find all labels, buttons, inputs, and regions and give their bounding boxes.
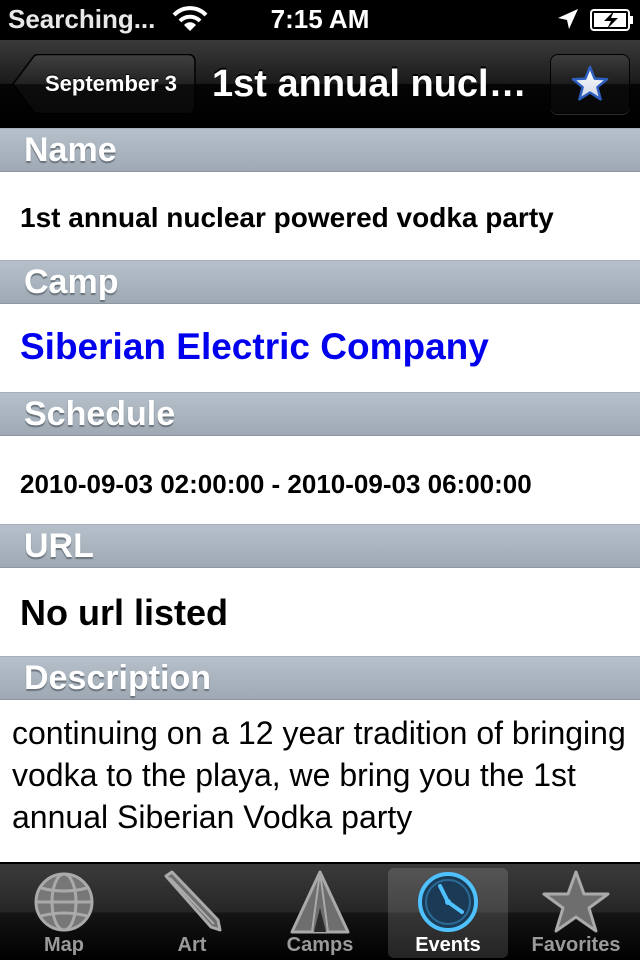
event-name: 1st annual nuclear powered vodka party (20, 202, 554, 233)
camp-link[interactable]: Siberian Electric Company (20, 326, 489, 368)
section-header-schedule: Schedule (0, 392, 640, 436)
globe-icon (34, 872, 94, 932)
back-button[interactable]: September 3 (12, 54, 196, 114)
name-row: 1st annual nuclear powered vodka party (0, 172, 640, 258)
description-text: continuing on a 12 year tradition of bri… (12, 715, 626, 835)
tab-label: Map (44, 934, 84, 956)
clock-icon (418, 872, 478, 932)
tab-camps[interactable]: Camps (260, 868, 380, 958)
section-header-camp: Camp (0, 260, 640, 304)
favorite-button[interactable] (550, 54, 630, 114)
tab-events[interactable]: Events (388, 868, 508, 958)
url-value: No url listed (20, 592, 229, 633)
section-header-name: Name (0, 128, 640, 172)
tab-art[interactable]: Art (132, 868, 252, 958)
url-row: No url listed (0, 568, 640, 654)
clock-time: 7:15 AM (270, 4, 370, 34)
pen-icon (164, 870, 222, 932)
section-header-description: Description (0, 656, 640, 700)
tab-label: Art (177, 934, 207, 956)
tab-bar: Map Art Camps Events Favorites (0, 862, 640, 960)
tent-icon (290, 870, 350, 934)
star-icon (571, 65, 609, 101)
tab-label: Favorites (531, 934, 621, 956)
tab-map[interactable]: Map (4, 868, 124, 958)
battery-charging-icon (590, 9, 633, 31)
camp-row[interactable]: Siberian Electric Company (0, 304, 640, 390)
section-header-url: URL (0, 524, 640, 568)
star-icon (542, 870, 610, 933)
tab-label: Camps (286, 934, 354, 956)
back-button-label: September 3 (44, 71, 178, 96)
navigation-bar: September 3 1st annual nuclear powered v… (0, 40, 640, 128)
schedule-row: 2010-09-03 02:00:00 - 2010-09-03 06:00:0… (0, 436, 640, 522)
tab-favorites[interactable]: Favorites (516, 868, 636, 958)
schedule-value: 2010-09-03 02:00:00 - 2010-09-03 06:00:0… (20, 469, 532, 499)
tab-label: Events (415, 934, 481, 956)
location-arrow-icon (558, 9, 578, 29)
page-title: 1st annual nuclear powered vodka party (212, 63, 538, 105)
status-bar: Searching... 7:15 AM (0, 0, 640, 40)
